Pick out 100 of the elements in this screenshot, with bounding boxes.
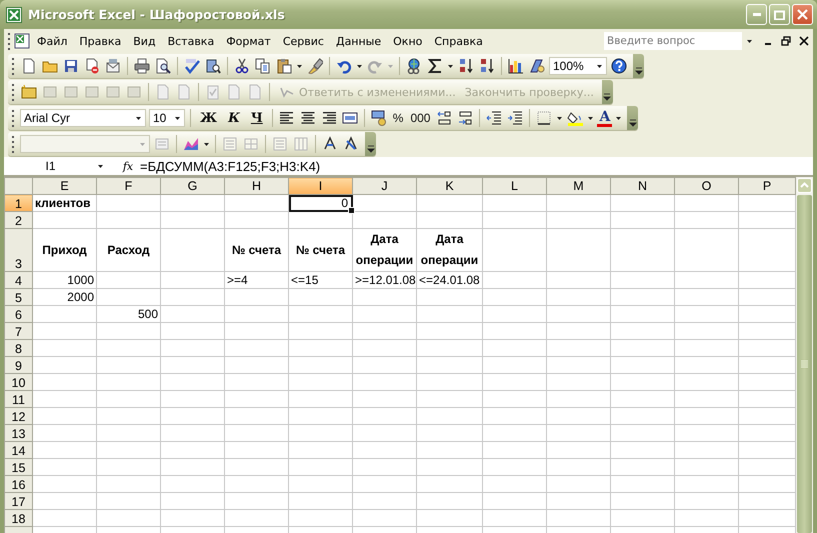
row-header[interactable]: 3 bbox=[4, 228, 32, 272]
row-header[interactable]: 12 bbox=[4, 408, 32, 424]
research-icon[interactable] bbox=[205, 58, 221, 74]
row-header[interactable]: 15 bbox=[4, 458, 32, 476]
sum-icon[interactable] bbox=[427, 58, 443, 74]
close-button[interactable] bbox=[792, 4, 813, 25]
italic-button[interactable]: К bbox=[224, 110, 244, 126]
align-right-icon[interactable] bbox=[320, 110, 337, 126]
restore-window-icon[interactable] bbox=[781, 36, 791, 46]
dropdown-arrow-icon[interactable] bbox=[556, 114, 564, 122]
hyperlink-icon[interactable] bbox=[406, 58, 422, 74]
row-header[interactable]: 1 bbox=[4, 194, 32, 212]
underline-button[interactable]: Ч bbox=[246, 110, 267, 126]
column-header[interactable]: O bbox=[674, 178, 738, 194]
help-search-field[interactable]: Введите вопрос bbox=[604, 32, 742, 50]
row-header[interactable]: 14 bbox=[4, 442, 32, 458]
scrollbar-thumb[interactable] bbox=[797, 195, 812, 533]
column-header[interactable]: L bbox=[482, 178, 546, 194]
font-color-button[interactable]: A bbox=[597, 110, 612, 126]
number-format-button[interactable]: 000 bbox=[408, 111, 432, 125]
sort-descending-icon[interactable] bbox=[479, 58, 495, 74]
dropdown-arrow-icon[interactable] bbox=[447, 62, 454, 70]
column-header[interactable]: M bbox=[546, 178, 610, 194]
row-header[interactable]: 10 bbox=[4, 374, 32, 390]
copy-icon[interactable] bbox=[255, 58, 271, 74]
dropdown-arrow-icon[interactable] bbox=[203, 140, 210, 148]
column-header[interactable]: N bbox=[610, 178, 674, 194]
dropdown-arrow-icon[interactable] bbox=[596, 62, 603, 70]
toolbar-grip-icon[interactable] bbox=[11, 83, 15, 101]
toolbar-grip-icon[interactable] bbox=[11, 135, 15, 153]
menu-item[interactable]: Правка bbox=[73, 34, 128, 48]
print-preview-icon[interactable] bbox=[155, 58, 171, 74]
dropdown-arrow-icon[interactable] bbox=[97, 162, 104, 170]
track-changes-icon[interactable] bbox=[205, 84, 221, 100]
vertical-scrollbar[interactable] bbox=[796, 177, 813, 533]
bold-button[interactable]: Ж bbox=[196, 110, 222, 126]
menu-item[interactable]: Окно bbox=[387, 34, 428, 48]
help-icon[interactable] bbox=[611, 58, 627, 74]
menu-item[interactable]: Вставка bbox=[162, 34, 220, 48]
menu-item[interactable]: Сервис bbox=[276, 34, 330, 48]
close-window-icon[interactable] bbox=[799, 36, 809, 46]
currency-icon[interactable] bbox=[370, 110, 387, 126]
decrease-indent-icon[interactable] bbox=[486, 110, 502, 126]
fill-color-icon[interactable] bbox=[567, 110, 584, 126]
table-cell[interactable]: Дата операции bbox=[417, 229, 482, 271]
increase-indent-icon[interactable] bbox=[507, 110, 524, 126]
toolbar-options-icon[interactable] bbox=[634, 67, 642, 75]
toolbar-grip-icon[interactable] bbox=[7, 32, 11, 50]
dropdown-arrow-icon[interactable] bbox=[296, 62, 303, 70]
column-header[interactable]: I bbox=[288, 178, 352, 194]
menu-item[interactable]: Формат bbox=[220, 34, 277, 48]
column-header[interactable]: J bbox=[352, 178, 416, 194]
align-left-icon[interactable] bbox=[278, 110, 295, 126]
fill-handle[interactable] bbox=[348, 207, 355, 214]
toolbar-grip-icon[interactable] bbox=[11, 57, 15, 75]
text-direction-icon[interactable] bbox=[343, 136, 359, 152]
merge-center-icon[interactable] bbox=[342, 110, 358, 126]
table-cell[interactable]: 2000 bbox=[33, 290, 96, 305]
row-header[interactable]: 9 bbox=[4, 356, 32, 374]
column-header[interactable]: H bbox=[224, 178, 288, 194]
maximize-button[interactable] bbox=[769, 4, 790, 25]
dropdown-arrow-icon[interactable] bbox=[174, 114, 181, 122]
row-header[interactable]: 11 bbox=[4, 390, 32, 408]
dropdown-arrow-icon[interactable] bbox=[615, 114, 622, 122]
text-direction-icon[interactable] bbox=[322, 136, 338, 152]
row-header[interactable]: 2 bbox=[4, 212, 32, 228]
column-header[interactable]: P bbox=[738, 178, 796, 194]
menu-item[interactable]: Данные bbox=[330, 34, 388, 48]
undo-icon[interactable] bbox=[336, 58, 352, 74]
menu-item[interactable]: Файл bbox=[31, 34, 74, 48]
toolbar-options-icon[interactable] bbox=[366, 145, 374, 153]
table-cell[interactable]: <=24.01.08 bbox=[417, 273, 482, 288]
row-header[interactable]: 8 bbox=[4, 340, 32, 356]
font-size-field[interactable]: 10 bbox=[149, 109, 185, 127]
new-comment-icon[interactable] bbox=[21, 84, 37, 100]
row-header[interactable]: 6 bbox=[4, 306, 32, 322]
print-icon[interactable] bbox=[134, 58, 150, 74]
row-header[interactable]: 16 bbox=[4, 476, 32, 492]
table-cell[interactable]: клиентов bbox=[33, 196, 96, 211]
dropdown-arrow-icon[interactable] bbox=[587, 114, 594, 122]
row-header[interactable]: 18 bbox=[4, 510, 32, 526]
dropdown-arrow-icon[interactable] bbox=[135, 114, 142, 122]
font-field[interactable]: Arial Cyr bbox=[20, 109, 146, 127]
row-header[interactable]: 17 bbox=[4, 492, 32, 510]
toolbar-options-icon[interactable] bbox=[628, 119, 637, 127]
menu-item[interactable]: Вид bbox=[127, 34, 162, 48]
paste-icon[interactable] bbox=[276, 58, 292, 74]
table-cell[interactable]: >=12.01.08 bbox=[353, 273, 416, 288]
function-button[interactable]: fx bbox=[116, 160, 140, 172]
row-header[interactable]: 13 bbox=[4, 424, 32, 442]
drawing-icon[interactable] bbox=[529, 58, 545, 74]
spelling-icon[interactable] bbox=[184, 58, 200, 74]
column-header[interactable]: G bbox=[160, 178, 224, 194]
column-header[interactable]: F bbox=[96, 178, 160, 194]
minimize-button[interactable] bbox=[746, 4, 767, 25]
zoom-field[interactable]: 100% bbox=[549, 57, 607, 75]
permission-icon[interactable] bbox=[84, 58, 100, 74]
row-header[interactable]: 5 bbox=[4, 288, 32, 306]
table-cell[interactable]: >=4 bbox=[225, 273, 288, 288]
cut-icon[interactable] bbox=[234, 58, 250, 74]
